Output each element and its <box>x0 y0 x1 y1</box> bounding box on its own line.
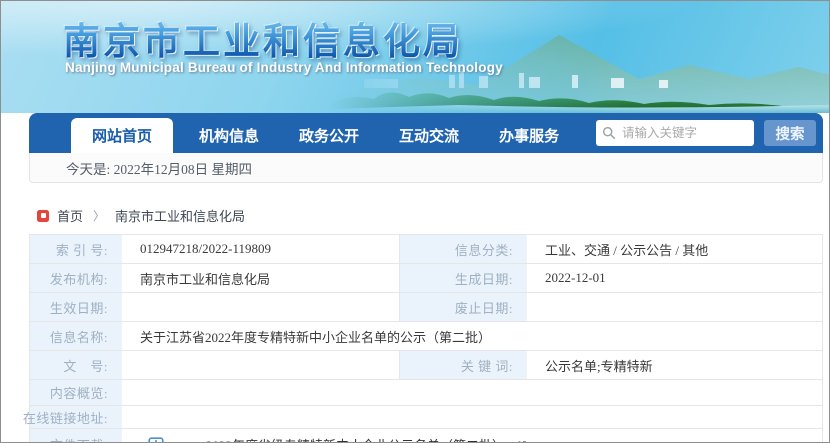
table-row: 信息名称: 关于江苏省2022年度专精特新中小企业名单的公示（第二批） <box>30 321 822 350</box>
table-row: 发布机构: 南京市工业和信息化局 生成日期: 2022-12-01 <box>30 263 822 292</box>
site-title: 南京市工业和信息化局 <box>63 11 463 65</box>
tab-gov-disclosure[interactable]: 政务公开 <box>285 118 373 153</box>
search-button[interactable]: 搜索 <box>764 120 816 146</box>
doc-number-value <box>122 351 400 379</box>
home-icon <box>37 209 49 222</box>
tab-services[interactable]: 办事服务 <box>485 118 573 153</box>
category-value: 工业、交通 / 公示公告 / 其他 <box>545 242 709 258</box>
search-icon <box>602 126 616 140</box>
search-area: 搜索 <box>596 113 816 153</box>
tab-home[interactable]: 网站首页 <box>71 118 174 153</box>
breadcrumb: 首页 〉 南京市工业和信息化局 <box>37 206 829 225</box>
publisher-label: 发布机构: <box>30 264 122 292</box>
online-link-label: 在线链接地址: <box>23 406 122 428</box>
online-link-value <box>122 406 822 428</box>
table-row: 内容概览: <box>30 379 822 405</box>
today-date: 今天是: 2022年12月08日 星期四 <box>66 161 253 177</box>
expire-date-label: 废止日期: <box>400 293 527 321</box>
date-bar: 今天是: 2022年12月08日 星期四 <box>29 153 823 183</box>
search-box <box>596 120 754 146</box>
file-download-label: 文件下载: <box>30 429 122 442</box>
summary-value <box>122 380 822 405</box>
table-row: 文件下载: 2022年度省级专精特新中小企业公示名单（第二批）.pdf <box>30 428 822 442</box>
breadcrumb-separator: 〉 <box>93 209 106 223</box>
nav-card: 网站首页 机构信息 政务公开 互动交流 办事服务 搜索 今天是: 2022年12… <box>29 113 823 183</box>
keywords-value: 公示名单;专精特新 <box>545 358 653 374</box>
expire-date-value <box>527 293 822 321</box>
breadcrumb-current: 南京市工业和信息化局 <box>115 209 246 224</box>
index-label: 索 引 号: <box>30 235 122 263</box>
table-row: 在线链接地址: <box>23 405 822 428</box>
tab-interaction[interactable]: 互动交流 <box>385 118 473 153</box>
table-row: 生效日期: 废止日期: <box>30 292 822 321</box>
keywords-label: 关 键 词: <box>400 351 527 379</box>
site-header: 南京市工业和信息化局 Nanjing Municipal Bureau of I… <box>1 1 829 113</box>
info-name-label: 信息名称: <box>30 322 122 350</box>
tab-org-info[interactable]: 机构信息 <box>185 118 273 153</box>
download-icon[interactable] <box>148 436 164 442</box>
publisher-value: 南京市工业和信息化局 <box>122 264 400 292</box>
category-label: 信息分类: <box>400 235 527 263</box>
breadcrumb-home[interactable]: 首页 <box>57 206 83 225</box>
table-row: 文 号: 关 键 词: 公示名单;专精特新 <box>30 350 822 379</box>
page: 南京市工业和信息化局 Nanjing Municipal Bureau of I… <box>0 0 830 443</box>
info-table: 索 引 号: 012947218/2022-119809 信息分类: 工业、交通… <box>23 234 823 442</box>
effective-date-value <box>122 293 400 321</box>
effective-date-label: 生效日期: <box>30 293 122 321</box>
main-nav: 网站首页 机构信息 政务公开 互动交流 办事服务 搜索 <box>29 113 823 153</box>
site-subtitle: Nanjing Municipal Bureau of Industry And… <box>65 60 503 75</box>
info-name-value: 关于江苏省2022年度专精特新中小企业名单的公示（第二批） <box>140 329 492 345</box>
doc-number-label: 文 号: <box>30 351 122 379</box>
gen-date-value: 2022-12-01 <box>545 270 606 285</box>
summary-label: 内容概览: <box>30 380 122 405</box>
download-file-link[interactable]: 2022年度省级专精特新中小企业公示名单（第二批）.pdf <box>206 435 526 442</box>
index-value: 012947218/2022-119809 <box>122 235 400 263</box>
table-row: 索 引 号: 012947218/2022-119809 信息分类: 工业、交通… <box>30 235 822 263</box>
search-input[interactable] <box>622 126 748 140</box>
gen-date-label: 生成日期: <box>400 264 527 292</box>
